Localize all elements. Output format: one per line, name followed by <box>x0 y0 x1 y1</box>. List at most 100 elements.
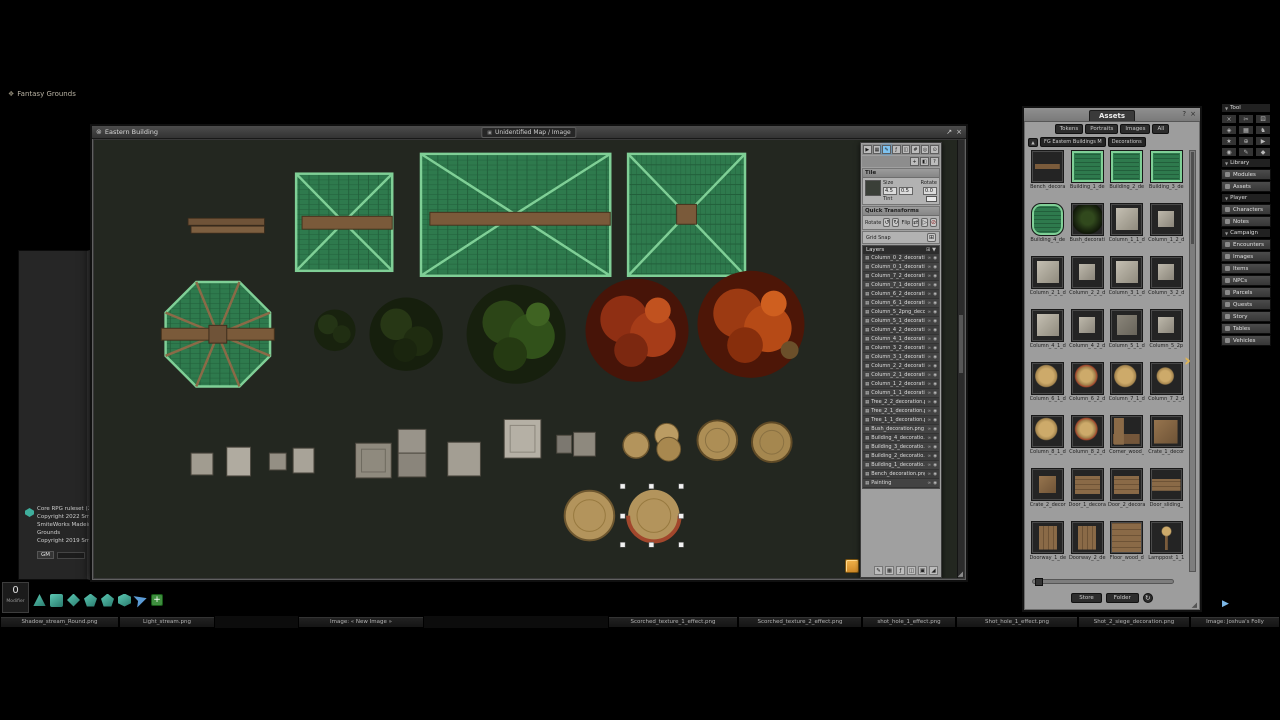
layer-link-icon[interactable]: ∞ <box>927 382 931 387</box>
edit-tool2-0-icon[interactable]: + <box>910 157 919 166</box>
d4-die-icon[interactable] <box>33 594 46 607</box>
assets-tab-images[interactable]: Images <box>1120 124 1150 134</box>
layer-row[interactable]: ▦Building_2_decoratio...∞◉ <box>863 452 939 461</box>
asset-item[interactable]: Floor_wood_d <box>1108 521 1146 572</box>
assets-help-icon[interactable]: ? <box>1182 110 1186 118</box>
sidebar-item-modules[interactable]: Modules <box>1221 169 1271 180</box>
grid-snap-toggle[interactable]: Grid Snap ⊞ <box>862 231 940 244</box>
crates-row[interactable] <box>191 419 595 477</box>
map-window-tab[interactable]: ▣ Unidentified Map / Image <box>481 127 576 138</box>
layer-visibility-icon[interactable]: ◉ <box>933 364 937 369</box>
layer-visibility-icon[interactable]: ◉ <box>933 337 937 342</box>
edit-tool-0-icon[interactable]: ▶ <box>863 145 872 154</box>
layer-visibility-icon[interactable]: ◉ <box>933 463 937 468</box>
status-0-icon[interactable]: ✎ <box>874 566 883 575</box>
asset-item[interactable]: Column_2_2_d <box>1069 256 1107 309</box>
sidebar-item-items[interactable]: Items <box>1221 263 1271 274</box>
layer-link-icon[interactable]: ∞ <box>927 292 931 297</box>
asset-item[interactable]: Column_1_2_d <box>1148 203 1186 256</box>
layer-visibility-icon[interactable]: ◉ <box>933 292 937 297</box>
layer-visibility-icon[interactable]: ◉ <box>933 355 937 360</box>
layer-link-icon[interactable]: ∞ <box>927 481 931 486</box>
layer-row[interactable]: ▦Column_2_2_decoratio...∞◉ <box>863 362 939 371</box>
layer-link-icon[interactable]: ∞ <box>927 256 931 261</box>
d20-die-icon[interactable] <box>118 594 131 607</box>
thumbnail-size-slider[interactable] <box>1032 579 1174 584</box>
layer-visibility-icon[interactable]: ◉ <box>933 481 937 486</box>
layer-link-icon[interactable]: ∞ <box>927 274 931 279</box>
layer-link-icon[interactable]: ∞ <box>927 463 931 468</box>
layer-visibility-icon[interactable]: ◉ <box>933 409 937 414</box>
layer-visibility-icon[interactable]: ◉ <box>933 274 937 279</box>
layer-visibility-icon[interactable]: ◉ <box>933 346 937 351</box>
sidebar-item-images[interactable]: Images <box>1221 251 1271 262</box>
layer-row[interactable]: ▦Column_6_2_decoratio...∞◉ <box>863 290 939 299</box>
layer-visibility-icon[interactable]: ◉ <box>933 301 937 306</box>
asset-item[interactable]: Column_5_2p <box>1148 309 1186 362</box>
tool-9-icon[interactable]: ◉ <box>1221 147 1237 157</box>
asset-item[interactable]: Building_1_de <box>1069 150 1107 203</box>
asset-item[interactable]: Column_1_1_d <box>1108 203 1146 256</box>
canvas-vertical-scrollbar[interactable] <box>957 140 964 578</box>
layer-row[interactable]: ▦Painting∞◉ <box>863 479 939 488</box>
window-menu-icon[interactable]: ⊗ <box>96 128 102 136</box>
layer-visibility-icon[interactable]: ◉ <box>933 445 937 450</box>
layer-link-icon[interactable]: ∞ <box>927 391 931 396</box>
status-4-icon[interactable]: ▣ <box>918 566 927 575</box>
folder-button[interactable]: Folder <box>1106 593 1139 603</box>
layer-visibility-icon[interactable]: ◉ <box>933 256 937 261</box>
size-width-input[interactable] <box>883 187 897 195</box>
layer-visibility-icon[interactable]: ◉ <box>933 319 937 324</box>
asset-item[interactable]: Column_2_1_d <box>1029 256 1067 309</box>
layer-row[interactable]: ▦Bench_decoration.png∞◉ <box>863 470 939 479</box>
breadcrumb-item[interactable]: Decorations <box>1108 137 1146 147</box>
layer-visibility-icon[interactable]: ◉ <box>933 418 937 423</box>
layer-link-icon[interactable]: ∞ <box>927 400 931 405</box>
layer-row[interactable]: ▦Column_3_2_decoratio...∞◉ <box>863 344 939 353</box>
add-die-button[interactable]: + <box>151 594 163 606</box>
asset-item[interactable]: Column_3_1_d <box>1108 256 1146 309</box>
assets-tab-portraits[interactable]: Portraits <box>1085 124 1118 134</box>
layer-visibility-icon[interactable]: ◉ <box>933 382 937 387</box>
sidebar-item-encounters[interactable]: Encounters <box>1221 239 1271 250</box>
taskbar-tab[interactable]: Shot_2_siege_decoration.png <box>1078 616 1190 628</box>
breadcrumb-item[interactable]: FG Eastern Buildings M <box>1040 137 1106 147</box>
layer-link-icon[interactable]: ∞ <box>927 301 931 306</box>
asset-item[interactable]: Column_6_2_d <box>1069 362 1107 415</box>
tree-orange-object[interactable] <box>697 271 804 378</box>
chat-entry-field[interactable] <box>57 552 85 559</box>
layer-visibility-icon[interactable]: ◉ <box>933 328 937 333</box>
layer-link-icon[interactable]: ∞ <box>927 355 931 360</box>
roof-gazebo[interactable] <box>161 282 274 386</box>
sidebar-header-tool[interactable]: ▼ Tool <box>1221 103 1271 113</box>
edit-tool-2-icon[interactable]: ✎ <box>882 145 891 154</box>
layer-link-icon[interactable]: ∞ <box>927 436 931 441</box>
layer-row[interactable]: ▦Building_4_decoratio...∞◉ <box>863 434 939 443</box>
layer-link-icon[interactable]: ∞ <box>927 328 931 333</box>
d8-die-icon[interactable] <box>67 594 80 607</box>
tool-2-icon[interactable]: ⚄ <box>1255 114 1271 124</box>
store-button[interactable]: Store <box>1071 593 1102 603</box>
layer-visibility-icon[interactable]: ◉ <box>933 373 937 378</box>
slider-knob[interactable] <box>1035 578 1043 586</box>
tool-4-icon[interactable]: ▦ <box>1238 125 1254 135</box>
tool-1-icon[interactable]: ✂ <box>1238 114 1254 124</box>
assets-resize-grip[interactable]: ◢ <box>1192 601 1197 609</box>
layer-row[interactable]: ▦Tree_2_2_decoration.png∞◉ <box>863 398 939 407</box>
asset-item[interactable]: Column_8_1_d <box>1029 415 1067 468</box>
assets-tab-all[interactable]: All <box>1152 124 1169 134</box>
edit-tool-6-icon[interactable]: ◎ <box>921 145 930 154</box>
status-2-icon[interactable]: ƒ <box>896 566 905 575</box>
tool-8-icon[interactable]: ▶ <box>1255 136 1271 146</box>
layer-visibility-icon[interactable]: ◉ <box>933 265 937 270</box>
layer-row[interactable]: ▦Column_6_1_decoratio...∞◉ <box>863 299 939 308</box>
layer-row[interactable]: ▦Building_3_decoratio...∞◉ <box>863 443 939 452</box>
d12-die-icon[interactable] <box>101 594 114 607</box>
flip-vertical-icon[interactable]: ▷ <box>921 218 928 227</box>
map-window-titlebar[interactable]: ⊗ Eastern Building ▣ Unidentified Map / … <box>92 126 966 139</box>
barrels-row[interactable] <box>623 420 791 462</box>
sidebar-item-vehicles[interactable]: Vehicles <box>1221 335 1271 346</box>
asset-item[interactable]: Door_2_decora <box>1108 468 1146 521</box>
taskbar-tab[interactable]: Scorched_texture_2_effect.png <box>738 616 862 628</box>
taskbar-tab[interactable]: Scorched_texture_1_effect.png <box>608 616 738 628</box>
